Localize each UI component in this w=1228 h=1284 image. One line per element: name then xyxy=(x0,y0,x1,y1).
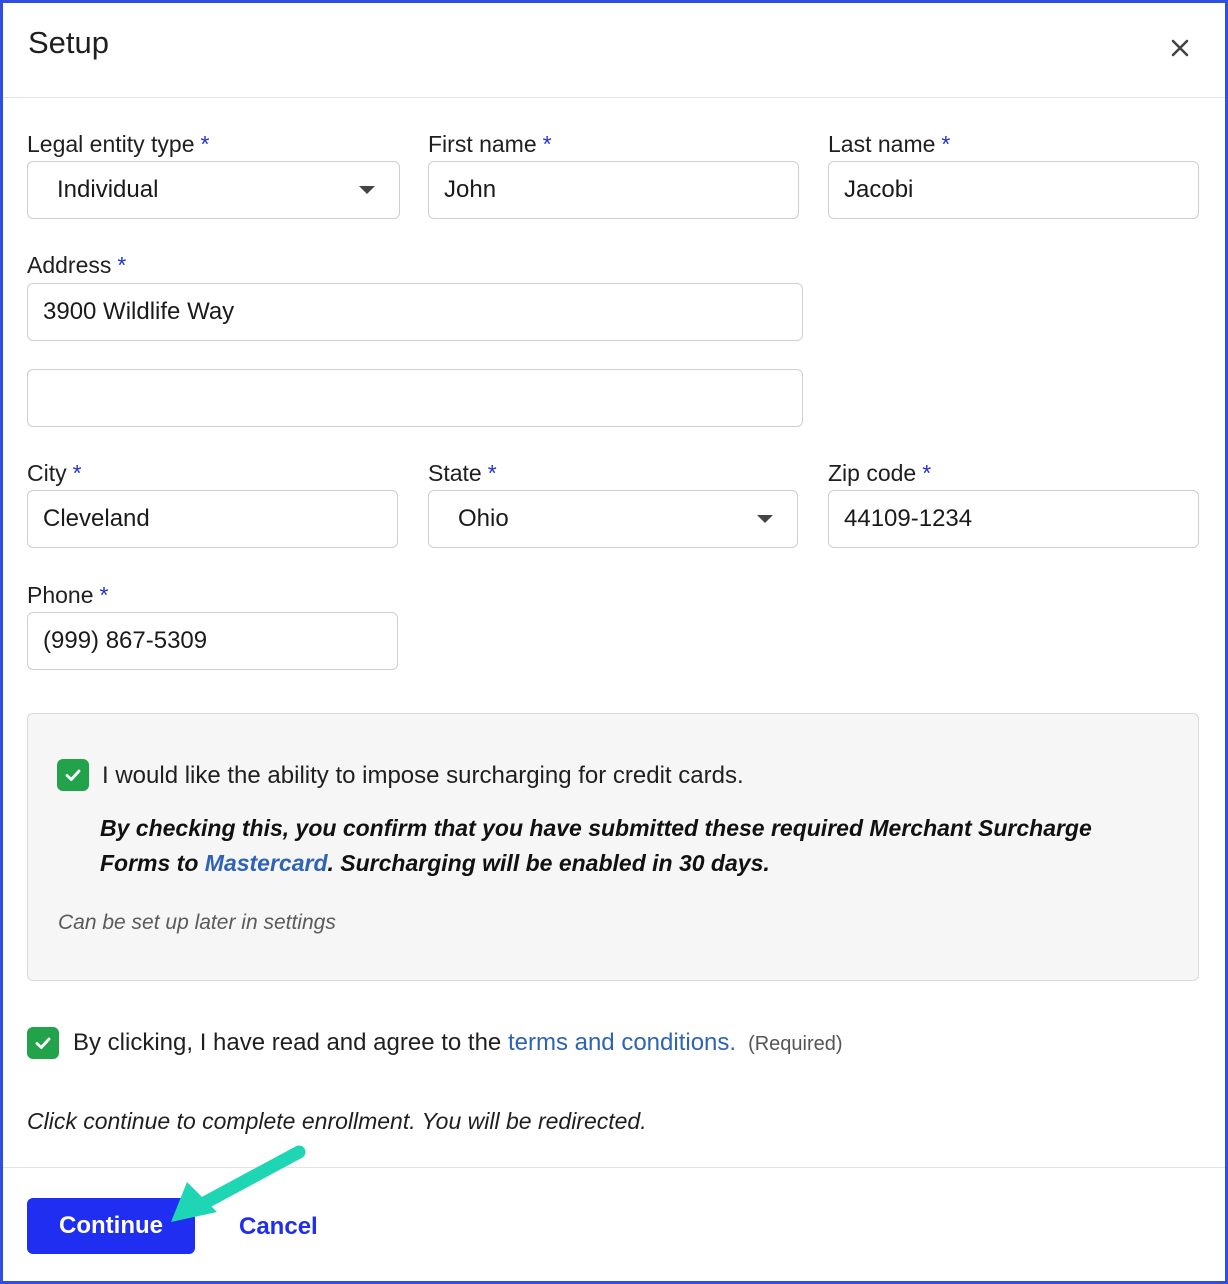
setup-later-note: Can be set up later in settings xyxy=(58,911,336,934)
annotation-arrow-icon xyxy=(171,1145,306,1222)
state-label: State * xyxy=(428,460,497,487)
first-name-value: John xyxy=(444,176,497,203)
required-marker: * xyxy=(542,131,552,157)
city-label: City * xyxy=(27,460,82,487)
first-name-label: First name * xyxy=(428,131,552,158)
required-marker: * xyxy=(922,460,932,486)
state-value: Ohio xyxy=(458,505,509,532)
mastercard-link[interactable]: Mastercard xyxy=(205,850,328,876)
chevron-down-icon xyxy=(757,515,773,523)
chevron-down-icon xyxy=(359,186,375,194)
phone-label-text: Phone xyxy=(27,582,94,608)
surcharge-confirm-text-end: . Surcharging will be enabled in 30 days… xyxy=(327,850,770,876)
dialog-header: Setup xyxy=(3,3,1225,98)
state-label-text: State xyxy=(428,460,482,486)
required-marker: * xyxy=(487,460,497,486)
terms-checkbox[interactable] xyxy=(27,1027,59,1059)
zip-label-text: Zip code xyxy=(828,460,917,486)
last-name-field[interactable]: Jacobi xyxy=(828,161,1199,219)
legal-entity-label: Legal entity type * xyxy=(27,131,209,158)
surcharge-confirmation: By checking this, you confirm that you h… xyxy=(100,811,1160,881)
terms-link[interactable]: terms and conditions. xyxy=(508,1029,736,1056)
legal-entity-select[interactable]: Individual xyxy=(27,161,400,219)
address-line1-value: 3900 Wildlife Way xyxy=(43,298,235,325)
legal-entity-label-text: Legal entity type xyxy=(27,131,195,157)
close-button[interactable] xyxy=(1163,31,1197,65)
zip-label: Zip code * xyxy=(828,460,931,487)
setup-dialog: Setup Legal entity type * Individual Firs… xyxy=(0,0,1228,1284)
terms-label: By clicking, I have read and agree to th… xyxy=(73,1029,843,1057)
address-label: Address * xyxy=(27,252,126,279)
required-note: (Required) xyxy=(748,1033,843,1055)
state-select[interactable]: Ohio xyxy=(428,490,798,548)
zip-field[interactable]: 44109-1234 xyxy=(828,490,1199,548)
check-icon xyxy=(65,769,81,781)
dialog-title: Setup xyxy=(28,25,110,60)
phone-field[interactable]: (999) 867-5309 xyxy=(27,612,398,670)
required-marker: * xyxy=(941,131,951,157)
last-name-label: Last name * xyxy=(828,131,950,158)
surcharge-label: I would like the ability to impose surch… xyxy=(102,762,744,789)
redirect-note: Click continue to complete enrollment. Y… xyxy=(27,1108,647,1134)
required-marker: * xyxy=(72,460,82,486)
surcharge-checkbox[interactable] xyxy=(57,759,89,791)
legal-entity-value: Individual xyxy=(57,176,159,203)
continue-label: Continue xyxy=(59,1212,163,1239)
phone-value: (999) 867-5309 xyxy=(43,627,208,654)
zip-value: 44109-1234 xyxy=(844,505,973,532)
city-field[interactable]: Cleveland xyxy=(27,490,398,548)
last-name-value: Jacobi xyxy=(844,176,914,203)
required-marker: * xyxy=(99,582,109,608)
check-icon xyxy=(35,1037,51,1049)
required-marker: * xyxy=(117,252,127,278)
address-line2-field[interactable] xyxy=(27,369,803,427)
first-name-field[interactable]: John xyxy=(428,161,799,219)
close-icon xyxy=(1171,39,1189,57)
terms-text: By clicking, I have read and agree to th… xyxy=(73,1029,508,1056)
address-line1-field[interactable]: 3900 Wildlife Way xyxy=(27,283,803,341)
city-value: Cleveland xyxy=(43,505,150,532)
first-name-label-text: First name xyxy=(428,131,537,157)
city-label-text: City xyxy=(27,460,67,486)
required-marker: * xyxy=(200,131,210,157)
address-label-text: Address xyxy=(27,252,112,278)
phone-label: Phone * xyxy=(27,582,108,609)
last-name-label-text: Last name xyxy=(828,131,936,157)
